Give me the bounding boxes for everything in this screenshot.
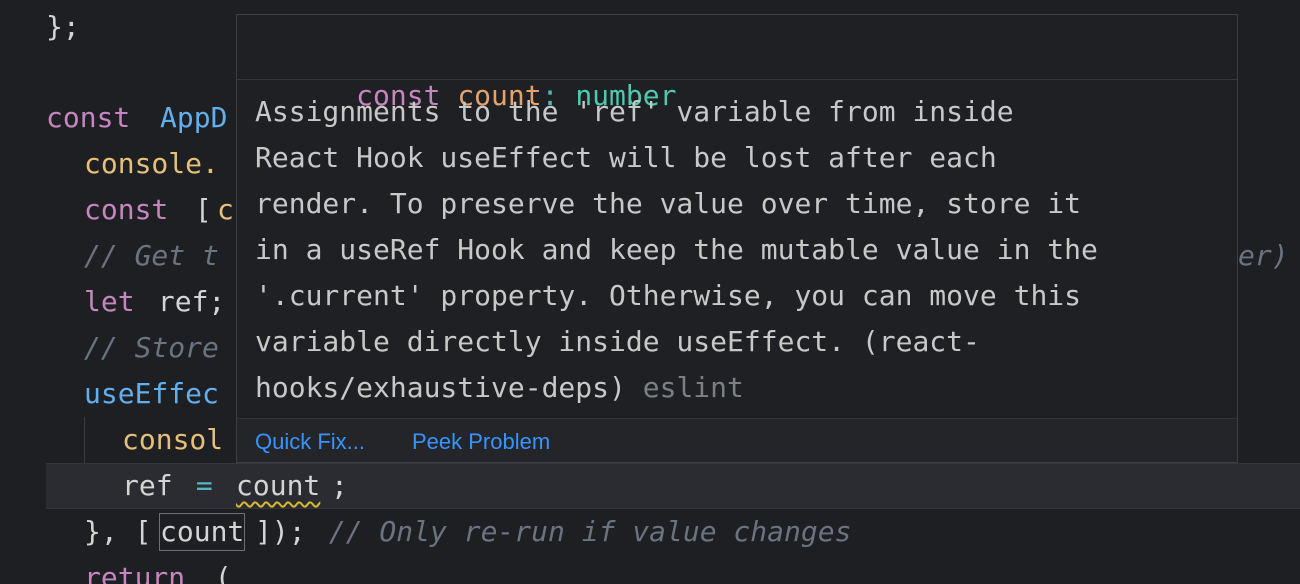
code-line: const [ c xyxy=(0,187,234,233)
code-editor[interactable]: }; const AppD console. const [ c // Get … xyxy=(0,0,1300,584)
punctuation-token: ]); xyxy=(255,515,306,548)
diagnostic-message: Assignments to the 'ref' variable from i… xyxy=(255,95,1098,404)
identifier-token: c xyxy=(217,193,234,226)
function-token: useEffec xyxy=(84,377,219,410)
code-line: }, [ count ]); // Only re-run if value c… xyxy=(0,509,851,555)
keyword-token: let xyxy=(84,285,135,318)
object-token: console. xyxy=(84,147,219,180)
variable-token: ref xyxy=(122,469,173,502)
keyword-token: const xyxy=(84,193,169,226)
variable-token: ref; xyxy=(141,285,226,318)
code-line: }; xyxy=(0,4,80,50)
warning-token[interactable]: count xyxy=(236,463,320,509)
hover-message: Assignments to the 'ref' variable from i… xyxy=(255,89,1225,411)
hover-actions-bar: Quick Fix... Peek Problem xyxy=(237,418,1237,462)
comment-token: // Only re-run if value changes xyxy=(312,515,852,548)
current-line-highlight xyxy=(46,463,1300,509)
keyword-token: const xyxy=(46,101,131,134)
quick-fix-link[interactable]: Quick Fix... xyxy=(255,419,365,462)
identifier-token: AppD xyxy=(160,101,228,134)
code-line: // Store xyxy=(0,325,219,371)
operator-token: = xyxy=(179,469,230,502)
code-line: console. xyxy=(0,141,219,187)
punctuation-token: ; xyxy=(331,469,348,502)
punctuation-token: ( xyxy=(198,561,232,584)
comment-token: er) xyxy=(1238,239,1289,272)
code-token: }; xyxy=(46,10,80,43)
comment-token: // Get t xyxy=(84,239,219,272)
hover-divider xyxy=(237,79,1237,80)
diagnostic-source: eslint xyxy=(642,371,744,404)
hover-popup[interactable]: const count: number Assignments to the '… xyxy=(236,14,1238,463)
code-line: let ref; xyxy=(0,279,225,325)
hover-signature: const count: number xyxy=(255,27,676,112)
code-line: return ( xyxy=(0,555,232,584)
code-line: const AppD xyxy=(0,95,227,141)
keyword-token: return xyxy=(84,561,186,584)
matched-token: count xyxy=(158,513,246,551)
code-line: useEffec xyxy=(0,371,219,417)
peek-problem-link[interactable]: Peek Problem xyxy=(412,419,550,462)
code-line: // Get t er) xyxy=(0,233,1289,279)
comment-token: // Store xyxy=(84,331,219,364)
code-line: consol xyxy=(0,417,223,463)
punctuation-token: }, [ xyxy=(84,515,152,548)
code-line: ref = count ; xyxy=(0,463,348,509)
punctuation-token: [ xyxy=(178,193,212,226)
object-token: consol xyxy=(122,423,224,456)
